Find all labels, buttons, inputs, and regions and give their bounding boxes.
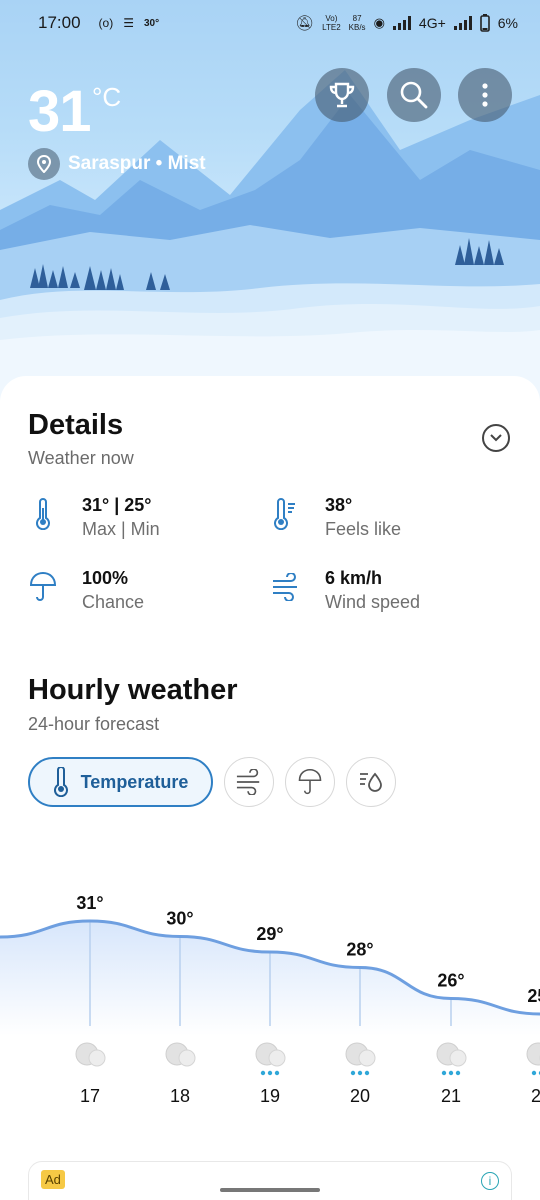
rain-cloud-icon bbox=[345, 1042, 376, 1076]
trophy-icon bbox=[329, 82, 355, 108]
ad-banner[interactable]: Ad i bbox=[28, 1161, 512, 1200]
message-icon: ☰ bbox=[123, 16, 134, 30]
umbrella-icon bbox=[28, 567, 58, 607]
hour-label: 22 bbox=[531, 1086, 540, 1106]
detail-value: 31° | 25° bbox=[82, 495, 152, 515]
rain-cloud-icon bbox=[255, 1042, 286, 1076]
chip-humidity[interactable] bbox=[346, 757, 396, 807]
hotspot-icon: (o) bbox=[98, 16, 114, 30]
more-options-button[interactable] bbox=[458, 68, 512, 122]
temperature-label: 26° bbox=[437, 971, 464, 991]
wifi-icon: ◉ bbox=[373, 15, 385, 30]
speed-unit: KB/s bbox=[348, 23, 366, 32]
detail-max-min: 31° | 25° Max | Min bbox=[28, 494, 160, 542]
search-button[interactable] bbox=[387, 68, 441, 122]
mute-icon: 🔕︎ bbox=[295, 15, 315, 32]
hero-background bbox=[0, 0, 540, 420]
detail-chance: 100% Chance bbox=[28, 567, 144, 615]
chip-wind[interactable] bbox=[224, 757, 274, 807]
thermometer-icon bbox=[28, 494, 58, 534]
temperature-unit: °C bbox=[92, 82, 122, 112]
hour-label: 19 bbox=[260, 1086, 280, 1106]
rain-cloud-icon bbox=[526, 1042, 540, 1076]
temperature-label: 25° bbox=[527, 986, 540, 1006]
status-time: 17:00 bbox=[38, 13, 81, 32]
network-speed: 87 KB/s bbox=[349, 14, 366, 32]
chevron-down-icon bbox=[490, 434, 502, 442]
battery-icon bbox=[479, 14, 490, 32]
wind-icon bbox=[271, 567, 301, 607]
ad-info-icon[interactable]: i bbox=[481, 1172, 499, 1190]
temperature-label: 30° bbox=[166, 909, 193, 929]
weather-card: Details Weather now 31° | 25° Max | Min … bbox=[0, 376, 540, 1200]
detail-label: Max | Min bbox=[82, 519, 160, 539]
feels-like-icon bbox=[271, 494, 301, 534]
hour-label: 18 bbox=[170, 1086, 190, 1106]
hour-label: 21 bbox=[441, 1086, 461, 1106]
thermometer-icon bbox=[53, 767, 68, 797]
hourly-title: Hourly weather bbox=[28, 674, 238, 706]
cloud-icon bbox=[75, 1042, 106, 1067]
detail-label: Wind speed bbox=[325, 592, 421, 612]
rain-cloud-icon bbox=[436, 1042, 467, 1076]
location-text: Saraspur • Mist bbox=[68, 153, 206, 174]
speed-value: 87 bbox=[352, 14, 362, 23]
detail-label: Chance bbox=[82, 592, 145, 612]
temperature-label: 31° bbox=[76, 893, 103, 913]
hourly-subtitle: 24-hour forecast bbox=[28, 714, 160, 734]
detail-value: 100% bbox=[82, 568, 129, 588]
status-temp: 30° bbox=[143, 17, 160, 29]
signal-icon-2 bbox=[453, 16, 472, 30]
expand-details-button[interactable] bbox=[482, 424, 510, 452]
temperature-label: 29° bbox=[256, 924, 283, 944]
ad-badge: Ad bbox=[41, 1170, 65, 1189]
hour-label: 17 bbox=[80, 1086, 100, 1106]
trophy-button[interactable] bbox=[315, 68, 369, 122]
wind-icon bbox=[236, 769, 260, 795]
current-temperature: 31 bbox=[28, 79, 92, 144]
detail-label: Feels like bbox=[325, 519, 402, 539]
detail-value: 6 km/h bbox=[325, 568, 383, 588]
detail-wind-speed: 6 km/h Wind speed bbox=[271, 567, 420, 615]
temperature-label: 28° bbox=[346, 940, 373, 960]
details-subtitle: Weather now bbox=[28, 448, 134, 468]
mountain-landscape-illustration bbox=[0, 70, 540, 420]
hourly-temperature-chart: 31° 17 30° 18 29° 19 28° 20 26° 21 25° 22 bbox=[0, 893, 540, 1106]
chip-temperature[interactable]: Temperature bbox=[28, 757, 213, 807]
battery-level: 6% bbox=[497, 15, 518, 31]
location-row[interactable]: Saraspur • Mist bbox=[28, 148, 206, 180]
volte-icon: Vo) LTE2 bbox=[322, 14, 341, 32]
hour-label: 20 bbox=[350, 1086, 370, 1106]
cloud-icon bbox=[165, 1042, 196, 1067]
umbrella-icon bbox=[298, 768, 322, 795]
detail-feels-like: 38° Feels like bbox=[271, 494, 401, 542]
signal-icon bbox=[392, 16, 411, 30]
details-title: Details bbox=[28, 409, 124, 441]
search-icon bbox=[400, 81, 428, 109]
humidity-icon bbox=[360, 772, 382, 792]
detail-value: 38° bbox=[325, 495, 353, 515]
network-type: 4G+ bbox=[418, 15, 446, 31]
more-vertical-icon bbox=[482, 83, 488, 107]
home-indicator[interactable] bbox=[220, 1188, 320, 1192]
chip-precipitation[interactable] bbox=[285, 757, 335, 807]
location-pin-icon bbox=[28, 148, 60, 180]
chip-label: Temperature bbox=[80, 771, 189, 792]
status-bar: 17:00 (o) ☰ 30° 🔕︎ Vo) LTE2 87 KB/s ◉ 4G+… bbox=[0, 0, 540, 46]
